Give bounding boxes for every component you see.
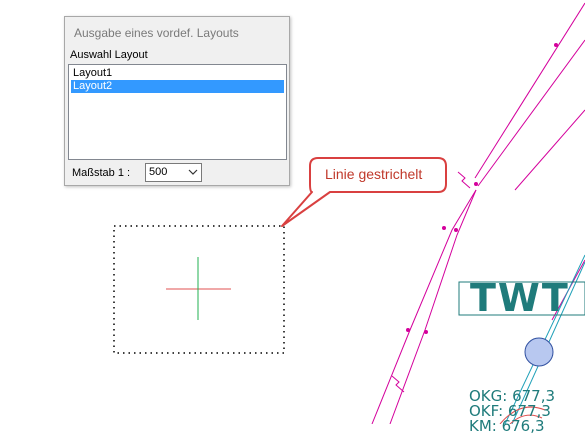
twt-label: TWT [470, 276, 570, 320]
scale-label: Maßstab 1 : [72, 167, 131, 179]
km-label: KM: 676,3 [469, 417, 545, 435]
layout-dialog: Ausgabe eines vordef. Layouts Auswahl La… [64, 16, 290, 186]
layout-selection-label: Auswahl Layout [70, 49, 148, 61]
road-edge-lines [371, 2, 585, 424]
callout-text: Linie gestrichelt [325, 166, 423, 182]
scale-value: 500 [149, 166, 168, 178]
layout-item-2[interactable]: Layout2 [71, 80, 284, 93]
dialog-title: Ausgabe eines vordef. Layouts [74, 26, 239, 40]
layout-item-1[interactable]: Layout1 [71, 67, 284, 80]
break-symbols [391, 171, 471, 393]
manhole-circle[interactable] [524, 337, 554, 367]
scale-combobox[interactable]: 500 [145, 163, 202, 182]
layout-listbox[interactable]: Layout1 Layout2 [68, 64, 287, 160]
chevron-down-icon[interactable] [188, 167, 198, 177]
